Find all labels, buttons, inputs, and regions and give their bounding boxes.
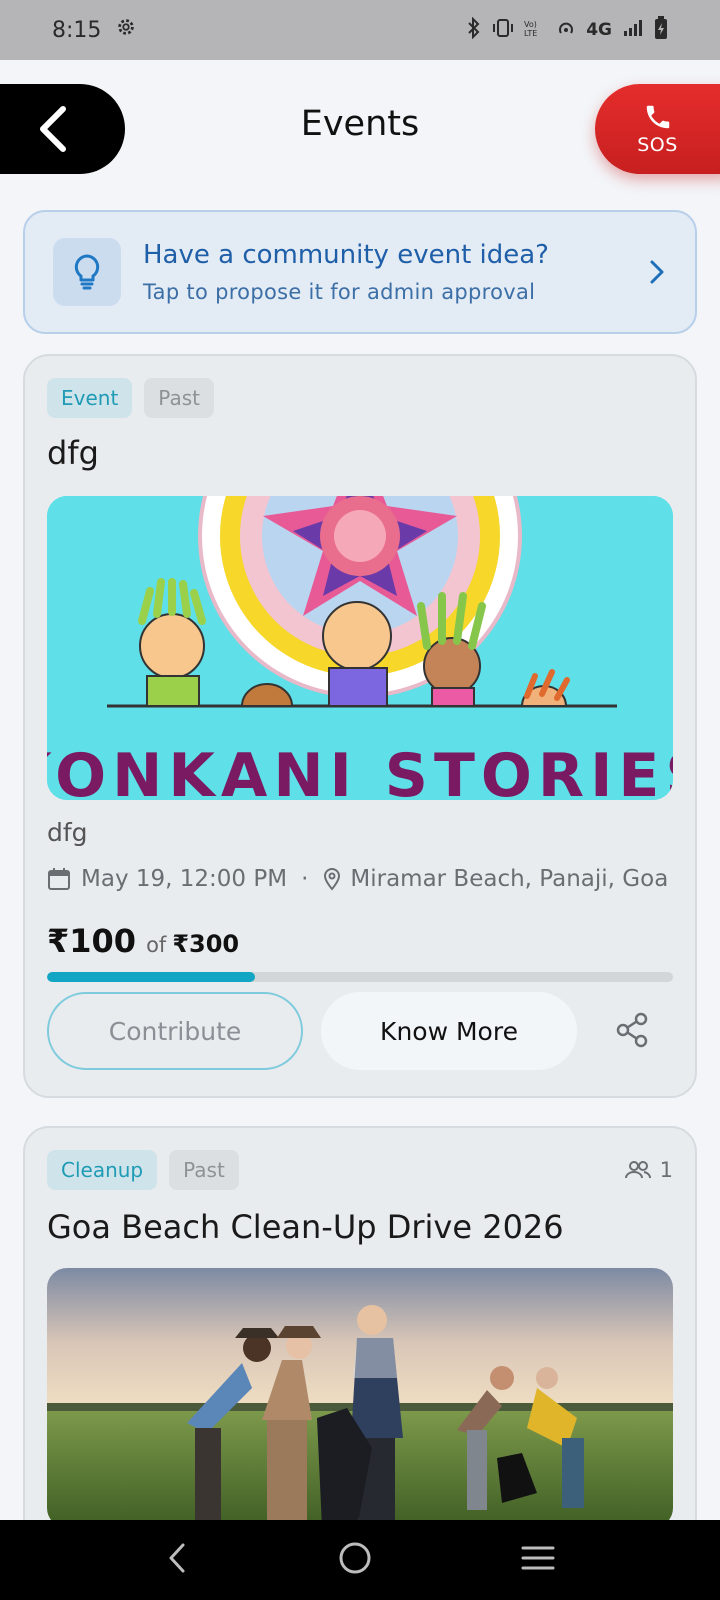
tag-row: Event Past [47, 378, 214, 418]
event-card[interactable]: Event Past dfg KONKANI STORIES [23, 354, 697, 1098]
svg-text:Vo): Vo) [524, 20, 537, 29]
funding-amount: ₹100 of ₹300 [47, 922, 239, 960]
location-pin-icon [324, 867, 341, 891]
amount-of-label: of [146, 933, 167, 957]
konkani-stories-illustration: KONKANI STORIES [47, 496, 673, 800]
hotspot-icon [556, 18, 576, 42]
svg-text:LTE: LTE [524, 29, 537, 38]
system-nav-bar [0, 1520, 720, 1600]
funding-progress-fill [47, 972, 256, 982]
clock: 8:15 [52, 17, 102, 43]
contribute-button[interactable]: Contribute [47, 992, 303, 1070]
funding-progress-bar [47, 972, 673, 982]
meta-separator: · [301, 866, 309, 892]
battery-icon [654, 16, 668, 44]
network-type: 4G [586, 20, 612, 40]
settings-gear-icon [115, 16, 137, 44]
vibrate-icon [492, 18, 514, 42]
nav-back-icon[interactable] [165, 1541, 189, 1579]
lightbulb-icon [74, 254, 100, 290]
event-image[interactable] [47, 1268, 673, 1528]
category-tag: Event [47, 378, 133, 418]
image-caption: KONKANI STORIES [47, 741, 673, 800]
share-button[interactable] [615, 1012, 649, 1052]
phone-icon [646, 105, 669, 129]
people-icon [624, 1161, 651, 1179]
header: Events SOS [0, 60, 720, 202]
event-date: May 19, 12:00 PM [81, 866, 288, 892]
know-more-button[interactable]: Know More [321, 992, 577, 1070]
amount-goal: ₹300 [172, 930, 240, 958]
event-description: dfg [47, 818, 88, 847]
event-location: Miramar Beach, Panaji, Goa [350, 866, 669, 892]
sos-button[interactable]: SOS [595, 84, 720, 174]
status-tag: Past [169, 1150, 239, 1190]
amount-raised: ₹100 [47, 922, 137, 960]
category-tag: Cleanup [47, 1150, 158, 1190]
event-title: Goa Beach Clean-Up Drive 2026 [47, 1208, 564, 1246]
participant-count-value: 1 [659, 1158, 673, 1182]
status-bar: 8:15 Vo) LTE 4G [0, 0, 720, 60]
nav-menu-icon[interactable] [521, 1543, 555, 1577]
volte-icon: Vo) LTE [524, 18, 546, 42]
event-image[interactable]: KONKANI STORIES [47, 496, 673, 800]
lightbulb-icon-box [53, 238, 121, 306]
status-tag: Past [144, 378, 214, 418]
idea-title: Have a community event idea? [143, 240, 549, 270]
nav-home-icon[interactable] [338, 1541, 372, 1579]
participant-count: 1 [624, 1158, 673, 1182]
event-title: dfg [47, 434, 99, 472]
idea-subtitle: Tap to propose it for admin approval [143, 280, 536, 304]
signal-icon [622, 18, 644, 42]
share-icon [616, 1012, 648, 1048]
chevron-right-icon [650, 260, 664, 284]
calendar-icon [48, 868, 70, 890]
event-meta: May 19, 12:00 PM · Miramar Beach, Panaji… [47, 866, 668, 892]
bluetooth-icon [466, 16, 482, 43]
propose-event-banner[interactable]: Have a community event idea? Tap to prop… [23, 210, 697, 334]
tag-row: Cleanup Past [47, 1150, 239, 1190]
beach-cleanup-photo [47, 1268, 673, 1528]
sos-label: SOS [637, 134, 678, 156]
